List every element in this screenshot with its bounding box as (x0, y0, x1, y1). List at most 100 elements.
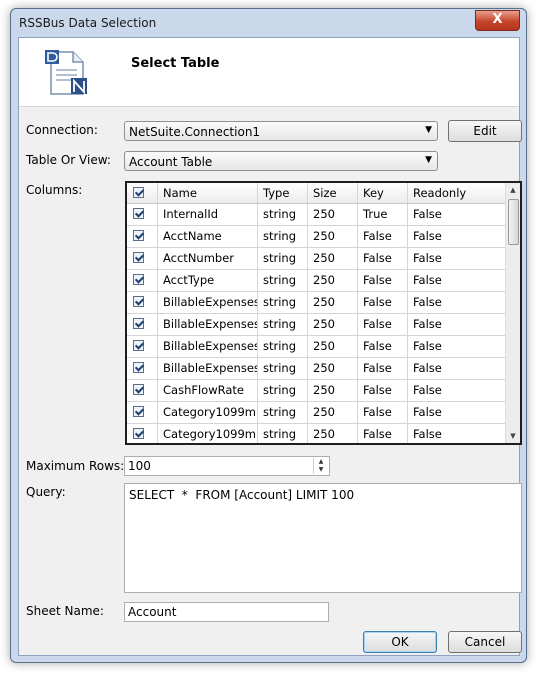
ok-button[interactable]: OK (363, 631, 437, 653)
column-header-key[interactable]: Key (358, 183, 408, 203)
cell-key[interactable]: False (358, 424, 408, 443)
cell-key[interactable]: True (358, 204, 408, 225)
sheet-name-input[interactable]: Account (124, 602, 329, 622)
cell-name[interactable]: InternalId (158, 204, 258, 225)
table-row[interactable]: Category1099mis...string250FalseFalse (127, 402, 506, 424)
cell-key[interactable]: False (358, 270, 408, 291)
cell-key[interactable]: False (358, 292, 408, 313)
column-header-size[interactable]: Size (308, 183, 358, 203)
cell-key[interactable]: False (358, 402, 408, 423)
max-rows-stepper[interactable]: ▲ ▼ (313, 458, 328, 474)
column-header-readonly[interactable]: Readonly (408, 183, 506, 203)
scroll-up-icon[interactable]: ▲ (506, 183, 520, 197)
cell-type[interactable]: string (258, 424, 308, 443)
cell-size[interactable]: 250 (308, 314, 358, 335)
stepper-up-icon[interactable]: ▲ (314, 458, 328, 466)
table-row[interactable]: AcctType string 250 False False (127, 270, 506, 292)
row-checkbox[interactable] (133, 230, 144, 241)
cell-size[interactable]: 250 (308, 380, 358, 401)
cell-readonly[interactable]: False (408, 248, 506, 269)
cell-readonly[interactable]: False (408, 380, 506, 401)
stepper-down-icon[interactable]: ▼ (314, 466, 328, 474)
cell-name[interactable]: AcctNumber (158, 248, 258, 269)
cell-name[interactable]: BillableExpenses... (158, 292, 258, 313)
row-checkbox[interactable] (133, 252, 144, 263)
row-checkbox[interactable] (133, 274, 144, 285)
table-row[interactable]: BillableExpenses...string250FalseFalse (127, 336, 506, 358)
cell-type[interactable]: string (258, 402, 308, 423)
scroll-thumb[interactable] (508, 199, 519, 245)
row-checkbox[interactable] (133, 296, 144, 307)
cell-name[interactable]: BillableExpenses... (158, 336, 258, 357)
cell-readonly[interactable]: False (408, 336, 506, 357)
cell-key[interactable]: False (358, 226, 408, 247)
scroll-down-icon[interactable]: ▼ (506, 429, 520, 443)
title-bar[interactable]: RSSBus Data Selection X (11, 9, 526, 37)
cell-type[interactable]: string (258, 248, 308, 269)
table-row[interactable]: InternalId string 250 True False (127, 204, 506, 226)
row-checkbox[interactable] (133, 340, 144, 351)
select-all-checkbox[interactable] (133, 187, 144, 198)
cell-name[interactable]: BillableExpenses... (158, 358, 258, 379)
cell-key[interactable]: False (358, 358, 408, 379)
cell-key[interactable]: False (358, 380, 408, 401)
cell-readonly[interactable]: False (408, 270, 506, 291)
edit-button[interactable]: Edit (448, 120, 522, 142)
cell-readonly[interactable]: False (408, 402, 506, 423)
row-checkbox[interactable] (133, 406, 144, 417)
cell-type[interactable]: string (258, 358, 308, 379)
column-header-name[interactable]: Name (158, 183, 258, 203)
cell-name[interactable]: Category1099mis... (158, 402, 258, 423)
cell-type[interactable]: string (258, 226, 308, 247)
cell-key[interactable]: False (358, 248, 408, 269)
connection-combobox[interactable]: NetSuite.Connection1 ▼ (124, 121, 438, 141)
table-row[interactable]: CashFlowRate string 250 False False (127, 380, 506, 402)
cell-type[interactable]: string (258, 336, 308, 357)
cell-type[interactable]: string (258, 292, 308, 313)
cell-key[interactable]: False (358, 336, 408, 357)
cell-key[interactable]: False (358, 314, 408, 335)
cell-type[interactable]: string (258, 314, 308, 335)
row-checkbox[interactable] (133, 208, 144, 219)
row-checkbox[interactable] (133, 428, 144, 439)
cell-size[interactable]: 250 (308, 358, 358, 379)
table-row[interactable]: BillableExpenses...string250FalseFalse (127, 358, 506, 380)
table-row[interactable]: BillableExpenses...string250FalseFalse (127, 292, 506, 314)
cell-readonly[interactable]: False (408, 226, 506, 247)
cell-name[interactable]: Category1099mis... (158, 424, 258, 443)
cell-size[interactable]: 250 (308, 248, 358, 269)
vertical-scrollbar[interactable]: ▲ ▼ (505, 183, 520, 443)
table-row[interactable]: BillableExpenses...string250FalseFalse (127, 314, 506, 336)
cell-readonly[interactable]: False (408, 358, 506, 379)
table-row[interactable]: AcctName string 250 False False (127, 226, 506, 248)
cell-name[interactable]: AcctType (158, 270, 258, 291)
cell-type[interactable]: string (258, 380, 308, 401)
table-or-view-combobox[interactable]: Account Table ▼ (124, 151, 438, 171)
query-textarea[interactable]: SELECT * FROM [Account] LIMIT 100 (124, 483, 522, 593)
cell-size[interactable]: 250 (308, 270, 358, 291)
cell-size[interactable]: 250 (308, 336, 358, 357)
cell-readonly[interactable]: False (408, 204, 506, 225)
cell-size[interactable]: 250 (308, 204, 358, 225)
cell-readonly[interactable]: False (408, 424, 506, 443)
cell-size[interactable]: 250 (308, 226, 358, 247)
cell-size[interactable]: 250 (308, 292, 358, 313)
max-rows-input[interactable]: 100 ▲ ▼ (124, 456, 330, 476)
row-checkbox[interactable] (133, 384, 144, 395)
close-button[interactable]: X (475, 10, 520, 31)
cell-size[interactable]: 250 (308, 424, 358, 443)
cell-size[interactable]: 250 (308, 402, 358, 423)
row-checkbox[interactable] (133, 362, 144, 373)
cell-name[interactable]: AcctName (158, 226, 258, 247)
cell-type[interactable]: string (258, 204, 308, 225)
column-header-type[interactable]: Type (258, 183, 308, 203)
cell-name[interactable]: BillableExpenses... (158, 314, 258, 335)
cell-readonly[interactable]: False (408, 314, 506, 335)
table-row[interactable]: Category1099mis...string250FalseFalse (127, 424, 506, 443)
cell-name[interactable]: CashFlowRate (158, 380, 258, 401)
table-row[interactable]: AcctNumber string 250 False False (127, 248, 506, 270)
cell-readonly[interactable]: False (408, 292, 506, 313)
cell-type[interactable]: string (258, 270, 308, 291)
cancel-button[interactable]: Cancel (448, 631, 522, 653)
row-checkbox[interactable] (133, 318, 144, 329)
